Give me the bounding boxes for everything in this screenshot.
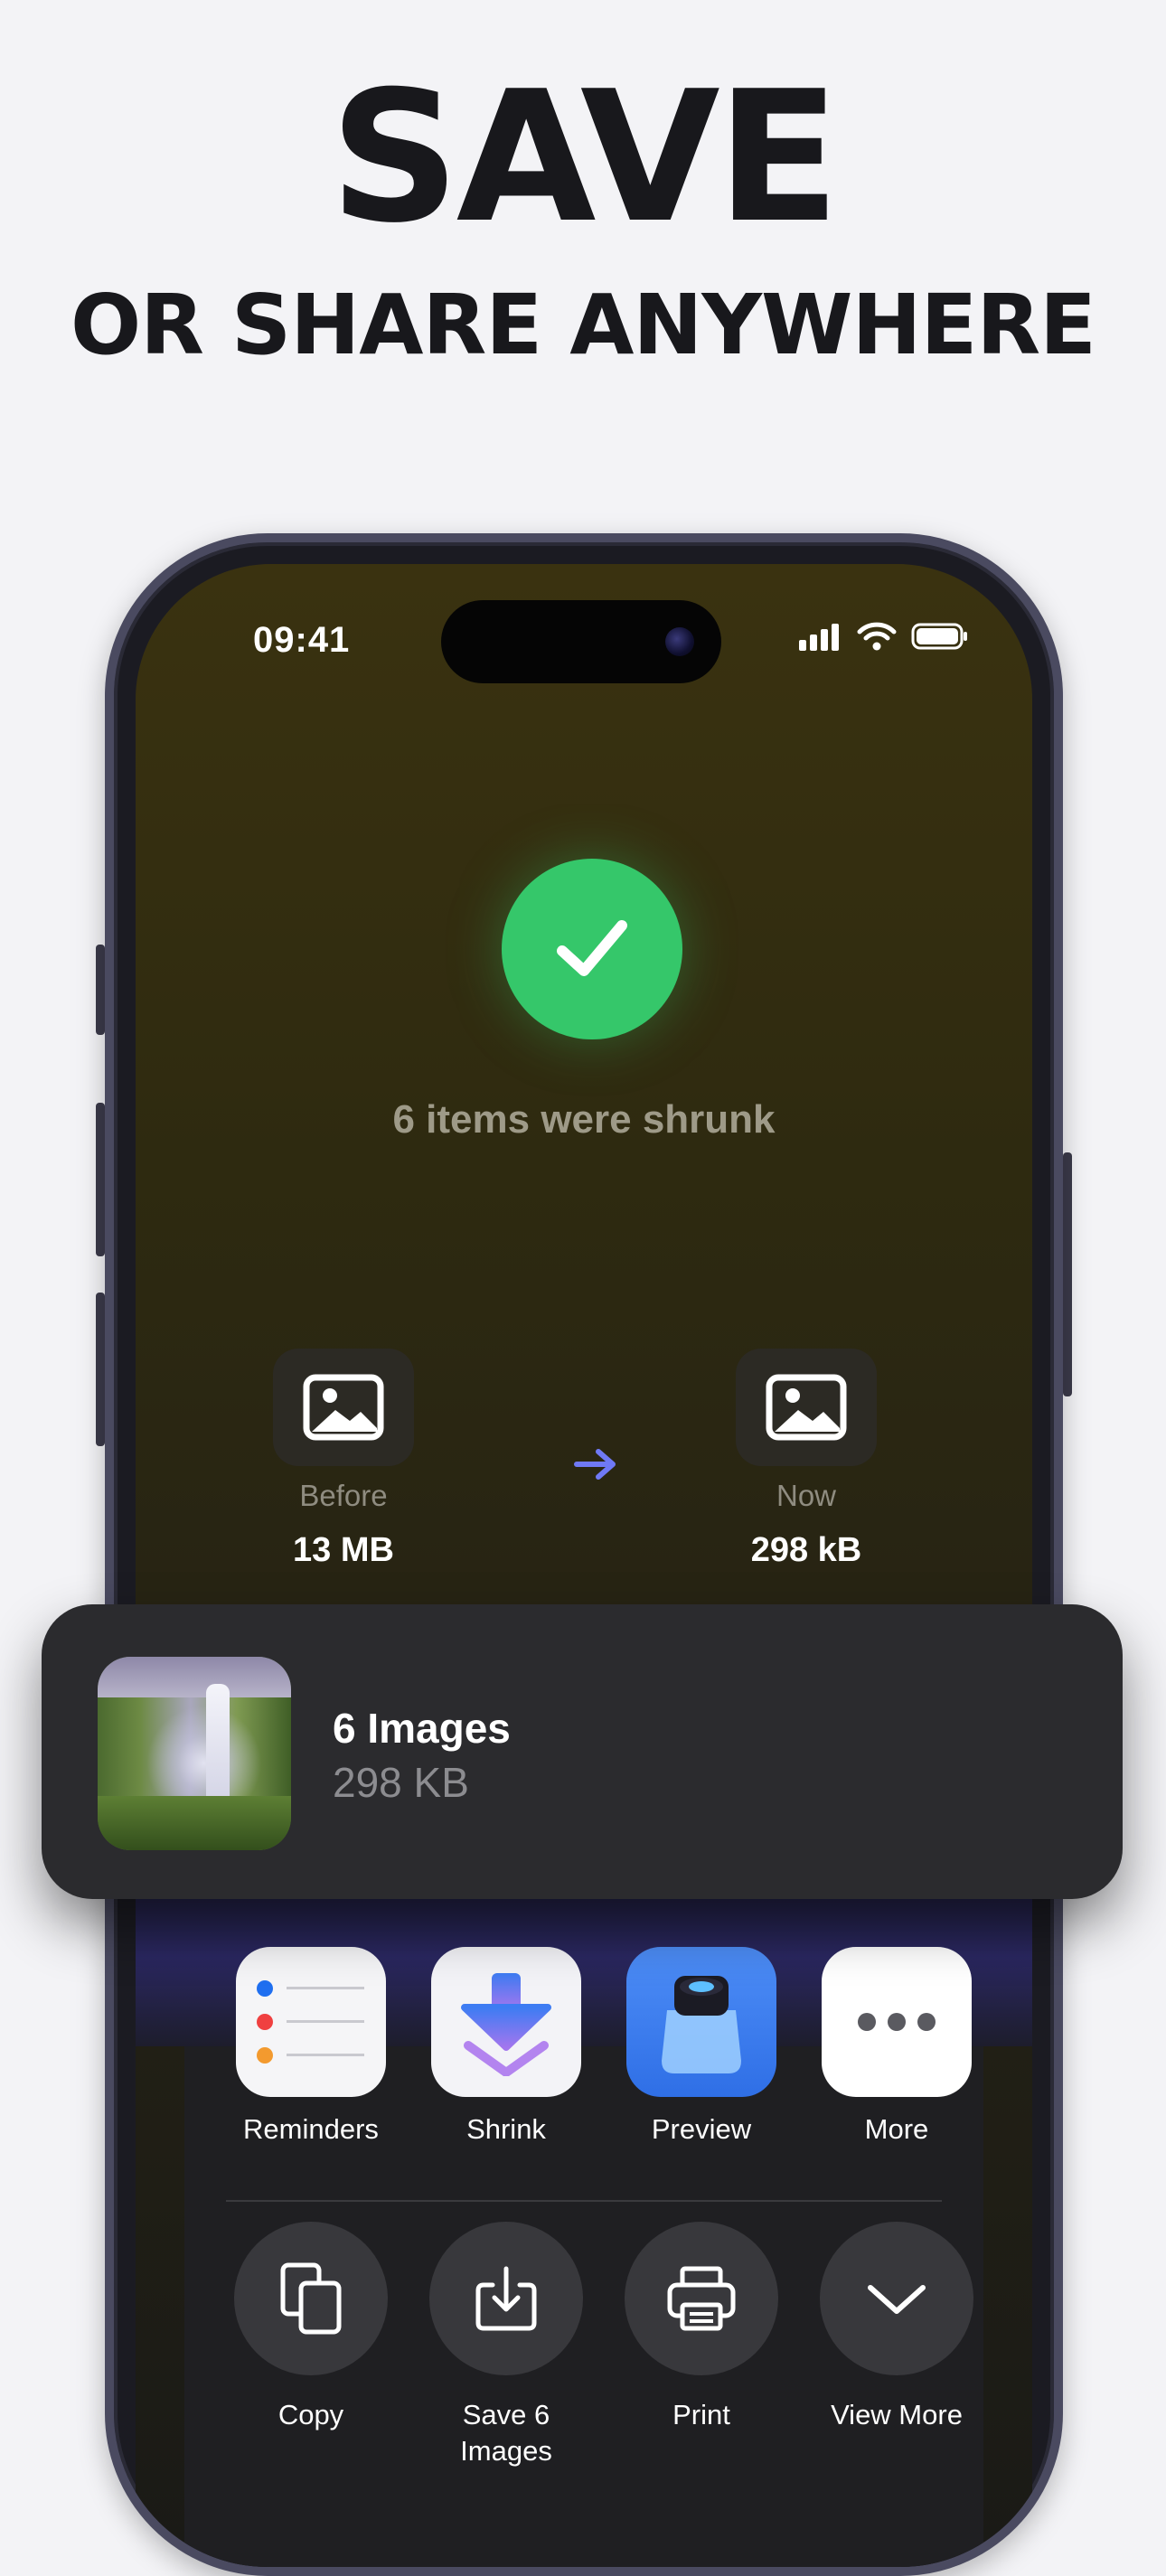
success-check-badge [502, 859, 682, 1039]
phone-screen: 09:41 6 items were shrunk Before 13 MB N… [136, 564, 1032, 2567]
print-icon [625, 2222, 778, 2375]
checkmark-icon [557, 920, 627, 976]
image-icon [766, 1374, 847, 1441]
action-label: Print [672, 2399, 730, 2430]
phone-power-button [1063, 1152, 1072, 1396]
result-message: 6 items were shrunk [392, 1097, 776, 1142]
action-label: Save 6 Images [460, 2399, 552, 2467]
phone-volume-down-button [96, 1293, 105, 1446]
preview-icon [626, 1947, 776, 2097]
action-label: Copy [277, 2399, 344, 2430]
before-value: 13 MB [293, 1531, 394, 1569]
dynamic-island [441, 600, 721, 683]
before-image-tile [273, 1349, 414, 1466]
share-card-title: 6 Images [333, 1705, 511, 1752]
share-card-size: 298 KB [333, 1759, 469, 1806]
now-value: 298 kB [750, 1531, 862, 1569]
shrink-icon [431, 1947, 581, 2097]
before-label: Before [299, 1479, 388, 1512]
action-label: View More [831, 2399, 963, 2430]
arrow-right-icon [574, 1449, 616, 1480]
share-app-label: Reminders [243, 2113, 379, 2145]
now-label: Now [776, 1479, 837, 1512]
headline-subtitle: OR SHARE ANYWHERE [70, 277, 1096, 373]
status-time: 09:41 [253, 620, 351, 660]
battery-icon [911, 623, 967, 650]
image-thumbnail [98, 1657, 291, 1850]
share-preview-card: 6 Images 298 KB [42, 1604, 1123, 1899]
more-icon [822, 1947, 972, 2097]
phone-action-button [96, 945, 105, 1035]
action-save-images[interactable]: Save 6 Images [411, 2222, 601, 2469]
image-icon [303, 1374, 384, 1441]
camera-icon [665, 627, 694, 656]
share-app-label: Preview [651, 2113, 752, 2145]
chevron-down-icon [820, 2222, 973, 2375]
now-image-tile [736, 1349, 877, 1466]
save-icon [429, 2222, 583, 2375]
share-app-reminders[interactable]: Reminders [221, 1947, 401, 2146]
share-app-shrink[interactable]: Shrink [416, 1947, 597, 2146]
action-copy[interactable]: Copy [216, 2222, 406, 2433]
share-app-label: More [864, 2113, 929, 2145]
status-indicators [797, 618, 969, 654]
action-print[interactable]: Print [607, 2222, 796, 2433]
share-sheet-divider [226, 2200, 942, 2202]
share-app-label: Shrink [466, 2113, 546, 2145]
headline-title: SAVE [329, 52, 841, 263]
cellular-signal-icon [799, 624, 839, 651]
phone-frame: 09:41 6 items were shrunk Before 13 MB N… [105, 533, 1063, 2576]
share-app-more[interactable]: More [806, 1947, 987, 2146]
copy-icon [234, 2222, 388, 2375]
wifi-icon [857, 622, 897, 651]
action-view-more[interactable]: View More [802, 2222, 992, 2433]
share-app-preview[interactable]: Preview [611, 1947, 792, 2146]
phone-volume-up-button [96, 1103, 105, 1256]
reminders-icon [236, 1947, 386, 2097]
